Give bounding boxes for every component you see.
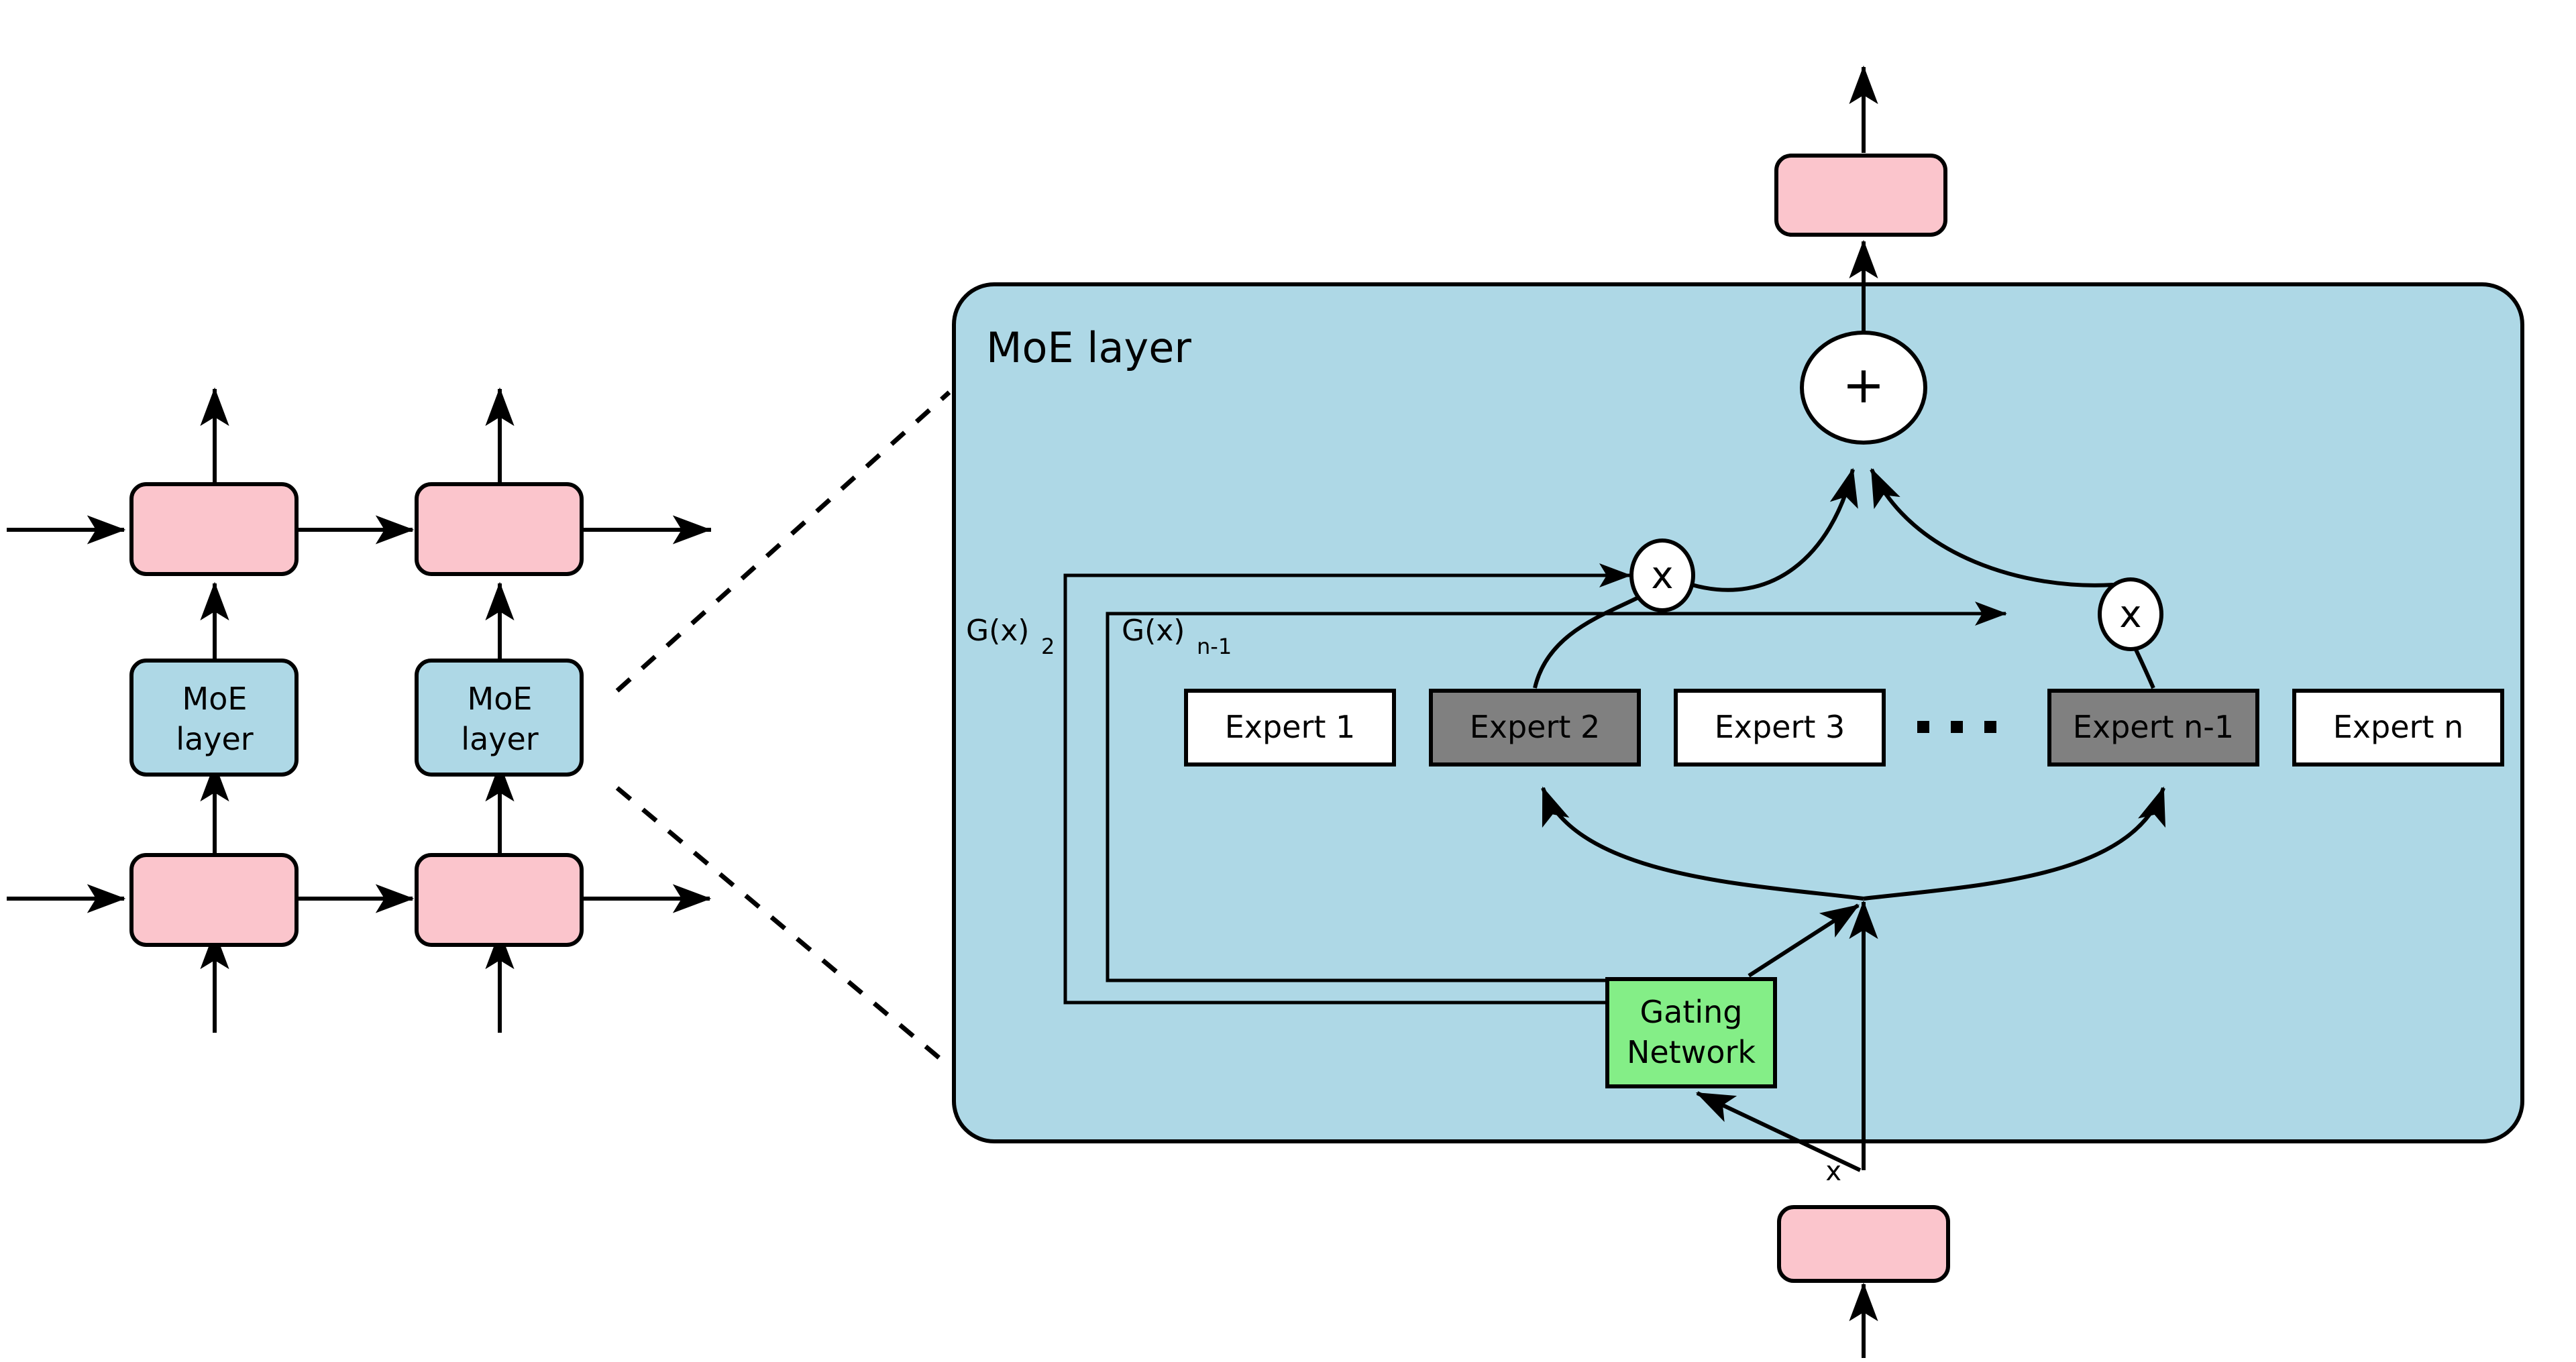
moe-layer-title: MoE layer [986, 323, 1191, 372]
moe-block-right-label-line2: layer [461, 721, 538, 757]
gate-label-2-base: G(x) [966, 614, 1029, 648]
moe-block-left-label-line1: MoE [182, 681, 248, 717]
multiply-node-left-symbol: x [1651, 554, 1673, 598]
gating-network-label-line2: Network [1627, 1034, 1756, 1070]
ellipsis-dot-3 [1984, 721, 1996, 733]
expansion-callout-lines [615, 390, 951, 1068]
pink-block-bottom-right [415, 853, 584, 947]
sum-node-symbol: + [1842, 355, 1885, 414]
expert-label-3: Expert 3 [1715, 709, 1845, 745]
expert-label-n-minus-1: Expert n-1 [2073, 709, 2234, 745]
ellipsis-dot-1 [1917, 721, 1929, 733]
moe-block-right[interactable] [415, 659, 584, 777]
figure-canvas: MoE layer MoE layer MoE layer G(x) 2 G(x… [0, 0, 2576, 1362]
dotted-callout-upper [615, 390, 951, 693]
moe-block-left-label-line2: layer [176, 721, 253, 757]
expert-label-n: Expert n [2333, 709, 2464, 745]
pink-block-bottom-left [129, 853, 299, 947]
moe-architecture-diagram: MoE layer MoE layer MoE layer G(x) 2 G(x… [7, 65, 2524, 1358]
moe-block-right-label-line1: MoE [468, 681, 533, 717]
pink-block-top-left [129, 482, 299, 576]
gate-label-n1-base: G(x) [1122, 614, 1185, 648]
gate-label-2-subscript: 2 [1041, 634, 1055, 659]
moe-output-block-group [1774, 65, 1947, 237]
dotted-callout-lower [615, 786, 951, 1068]
expert-ellipsis [1917, 721, 1996, 733]
expert-label-1: Expert 1 [1225, 709, 1356, 745]
multiply-node-right-symbol: x [2119, 593, 2141, 636]
moe-output-block [1774, 154, 1947, 237]
gating-network-label-line1: Gating [1640, 994, 1742, 1030]
input-label-x: x [1825, 1156, 1841, 1187]
expert-row: Expert 1 Expert 2 Expert 3 Expert n-1 Ex… [1184, 689, 2504, 767]
pink-block-top-right [415, 482, 584, 576]
gate-label-n1-subscript: n-1 [1197, 634, 1232, 659]
left-overview-group: MoE layer MoE layer [7, 387, 712, 1033]
moe-input-block [1777, 1205, 1950, 1283]
ellipsis-dot-2 [1951, 721, 1963, 733]
expert-label-2: Expert 2 [1470, 709, 1601, 745]
moe-block-left[interactable] [129, 659, 299, 777]
